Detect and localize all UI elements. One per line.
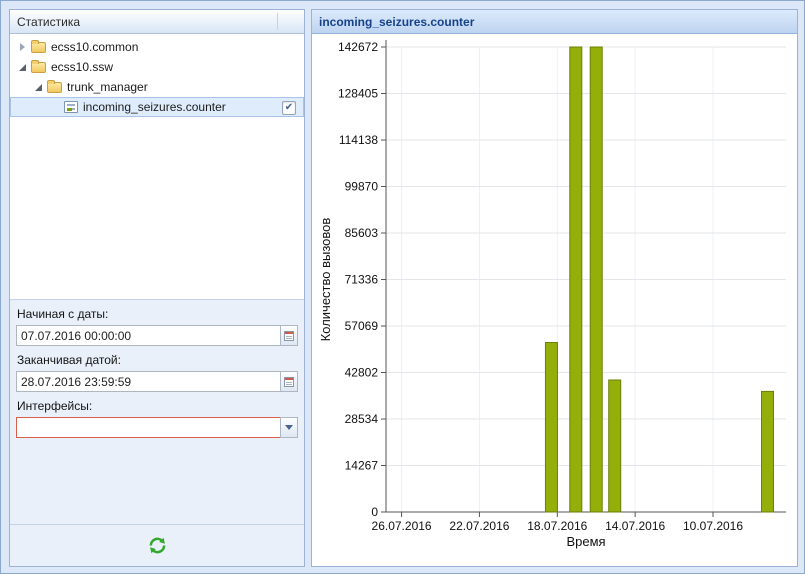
end-date-picker-button[interactable]	[280, 371, 298, 392]
chart-panel: incoming_seizures.counter 26.07.2016 22.0…	[311, 9, 798, 567]
expand-arrow-icon[interactable]	[14, 39, 30, 55]
svg-text:85603: 85603	[345, 226, 379, 240]
svg-text:14.07.2016: 14.07.2016	[605, 519, 665, 533]
counter-checkbox[interactable]	[282, 101, 296, 115]
svg-text:14267: 14267	[345, 459, 379, 473]
chart: 26.07.2016 22.07.2016 18.07.2016 14.07.2016…	[312, 34, 797, 566]
end-date-field	[16, 371, 298, 392]
chart-area: 26.07.2016 22.07.2016 18.07.2016 14.07.2016…	[312, 34, 797, 566]
tree-node-trunk-manager[interactable]: trunk_manager	[10, 77, 304, 97]
svg-text:26.07.2016: 26.07.2016	[372, 519, 432, 533]
chart-panel-header: incoming_seizures.counter	[312, 10, 797, 34]
svg-text:28534: 28534	[345, 412, 379, 426]
calendar-icon	[284, 377, 294, 387]
date-filter-form: Начиная с даты: Заканчивая датой: Интерф…	[10, 300, 304, 524]
svg-text:142672: 142672	[338, 40, 378, 54]
refresh-icon	[148, 536, 167, 555]
collapse-arrow-icon[interactable]	[14, 59, 30, 75]
tree-node-incoming-seizures-counter[interactable]: incoming_seizures.counter	[10, 97, 304, 117]
start-date-input[interactable]	[16, 325, 280, 346]
start-date-label: Начиная с даты:	[17, 307, 298, 321]
svg-text:57069: 57069	[345, 319, 379, 333]
statistics-tree: ecss10.common ecss10.ssw trunk_manager i…	[10, 34, 304, 300]
interfaces-label: Интерфейсы:	[17, 399, 298, 413]
app-window: Статистика ecss10.common ecss10.ssw trun…	[0, 0, 805, 574]
collapse-arrow-icon[interactable]	[30, 79, 46, 95]
svg-text:10.07.2016: 10.07.2016	[683, 519, 743, 533]
svg-text:128405: 128405	[338, 86, 378, 100]
calendar-icon	[284, 331, 294, 341]
column-divider	[277, 13, 278, 30]
counter-icon	[64, 101, 78, 113]
chart-panel-title: incoming_seizures.counter	[319, 15, 474, 29]
tree-node-label: incoming_seizures.counter	[83, 100, 226, 114]
svg-text:71336: 71336	[345, 273, 379, 287]
end-date-label: Заканчивая датой:	[17, 353, 298, 367]
svg-text:18.07.2016: 18.07.2016	[527, 519, 587, 533]
tree-node-ecss10-ssw[interactable]: ecss10.ssw	[10, 57, 304, 77]
tree-node-label: ecss10.common	[51, 40, 138, 54]
chevron-down-icon	[285, 425, 293, 430]
bottom-toolbar	[10, 524, 304, 566]
svg-text:0: 0	[371, 505, 378, 519]
start-date-picker-button[interactable]	[280, 325, 298, 346]
folder-open-icon	[47, 82, 62, 93]
tree-node-label: trunk_manager	[67, 80, 148, 94]
tree-node-label: ecss10.ssw	[51, 60, 113, 74]
folder-open-icon	[31, 62, 46, 73]
statistics-panel: Статистика ecss10.common ecss10.ssw trun…	[9, 9, 305, 567]
start-date-field	[16, 325, 298, 346]
svg-text:99870: 99870	[345, 180, 379, 194]
svg-text:Количество вызовов: Количество вызовов	[318, 218, 333, 342]
end-date-input[interactable]	[16, 371, 280, 392]
interfaces-combo	[16, 417, 298, 438]
folder-icon	[31, 42, 46, 53]
interfaces-input[interactable]	[16, 417, 280, 438]
statistics-panel-header: Статистика	[10, 10, 304, 34]
svg-text:Время: Время	[566, 534, 605, 549]
refresh-button[interactable]	[145, 533, 170, 558]
statistics-panel-title: Статистика	[17, 15, 80, 29]
svg-text:22.07.2016: 22.07.2016	[449, 519, 509, 533]
tree-node-ecss10-common[interactable]: ecss10.common	[10, 37, 304, 57]
svg-text:42802: 42802	[345, 365, 379, 379]
svg-text:114138: 114138	[339, 133, 378, 147]
interfaces-dropdown-button[interactable]	[280, 417, 298, 438]
